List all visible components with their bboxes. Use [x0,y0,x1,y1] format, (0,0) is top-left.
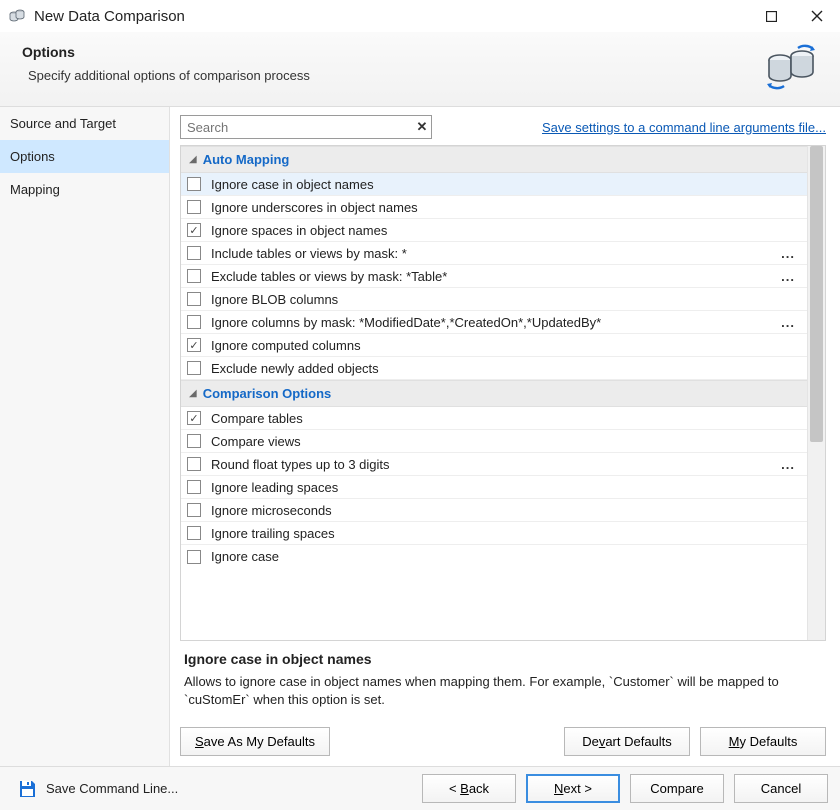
group-title: Auto Mapping [203,152,290,167]
my-defaults-button[interactable]: My Defaults [700,727,826,756]
option-row[interactable]: Ignore case [181,545,807,568]
option-row[interactable]: ✓ Ignore spaces in object names [181,219,807,242]
option-label: Compare tables [211,411,799,426]
option-row[interactable]: Ignore columns by mask: *ModifiedDate*,*… [181,311,807,334]
scrollbar[interactable] [807,146,825,640]
clear-search-icon[interactable]: ✕ [413,119,431,135]
option-row[interactable]: Ignore case in object names [181,173,807,196]
scrollbar-thumb[interactable] [810,146,823,442]
option-row[interactable]: Ignore underscores in object names [181,196,807,219]
sidebar-item-mapping[interactable]: Mapping [0,173,169,206]
option-row[interactable]: Ignore microseconds [181,499,807,522]
options-panel: ◢ Auto Mapping Ignore case in object names… [180,145,826,641]
collapse-arrow-icon: ◢ [189,154,197,165]
checkbox[interactable] [187,480,201,494]
save-command-line-label: Save Command Line... [46,781,178,796]
page-title: Options [22,44,762,60]
option-label: Ignore microseconds [211,503,799,518]
option-label: Ignore BLOB columns [211,292,799,307]
close-button[interactable] [808,7,826,25]
group-header[interactable]: ◢ Auto Mapping [181,146,807,173]
checkbox[interactable] [187,503,201,517]
more-button[interactable]: ... [777,246,799,261]
group-header[interactable]: ◢ Comparison Options [181,380,807,407]
page-subtitle: Specify additional options of comparison… [22,68,762,83]
option-row[interactable]: Include tables or views by mask: *... [181,242,807,265]
option-row[interactable]: Round float types up to 3 digits... [181,453,807,476]
back-button[interactable]: < Back [422,774,516,803]
wizard-header: Options Specify additional options of co… [0,32,840,107]
description-panel: Ignore case in object names Allows to ig… [180,641,826,717]
checkbox[interactable] [187,457,201,471]
checkbox[interactable]: ✓ [187,411,201,425]
checkbox[interactable] [187,269,201,283]
maximize-button[interactable] [762,7,780,25]
more-button[interactable]: ... [777,457,799,472]
option-label: Round float types up to 3 digits [211,457,777,472]
option-label: Ignore underscores in object names [211,200,799,215]
checkbox[interactable]: ✓ [187,223,201,237]
description-body: Allows to ignore case in object names wh… [184,673,822,709]
option-label: Exclude newly added objects [211,361,799,376]
more-button[interactable]: ... [777,315,799,330]
save-as-my-defaults-button[interactable]: Save As My Defaults [180,727,330,756]
option-label: Ignore case [211,549,799,564]
option-row[interactable]: ✓ Compare tables [181,407,807,430]
save-icon [18,780,36,798]
option-row[interactable]: ✓ Ignore computed columns [181,334,807,357]
option-row[interactable]: Ignore trailing spaces [181,522,807,545]
checkbox[interactable] [187,315,201,329]
collapse-arrow-icon: ◢ [189,388,197,399]
title-bar: New Data Comparison [0,0,840,32]
option-label: Ignore spaces in object names [211,223,799,238]
option-label: Ignore columns by mask: *ModifiedDate*,*… [211,315,777,330]
option-label: Compare views [211,434,799,449]
save-cmdline-link[interactable]: Save settings to a command line argument… [542,120,826,135]
option-label: Ignore case in object names [211,177,799,192]
compare-button[interactable]: Compare [630,774,724,803]
checkbox[interactable] [187,550,201,564]
save-command-line-button[interactable]: Save Command Line... [12,776,184,802]
checkbox[interactable] [187,246,201,260]
option-label: Exclude tables or views by mask: *Table* [211,269,777,284]
sidebar-item-source-and-target[interactable]: Source and Target [0,107,169,140]
option-row[interactable]: Exclude newly added objects [181,357,807,380]
option-label: Ignore trailing spaces [211,526,799,541]
more-button[interactable]: ... [777,269,799,284]
cancel-button[interactable]: Cancel [734,774,828,803]
wizard-sidebar: Source and TargetOptionsMapping [0,107,170,766]
next-button[interactable]: Next > [526,774,620,803]
checkbox[interactable]: ✓ [187,338,201,352]
option-row[interactable]: Ignore BLOB columns [181,288,807,311]
option-row[interactable]: Ignore leading spaces [181,476,807,499]
checkbox[interactable] [187,177,201,191]
group-title: Comparison Options [203,386,332,401]
checkbox[interactable] [187,361,201,375]
option-label: Ignore leading spaces [211,480,799,495]
option-label: Include tables or views by mask: * [211,246,777,261]
header-database-icon [762,44,818,92]
window-title: New Data Comparison [34,8,762,25]
option-row[interactable]: Exclude tables or views by mask: *Table*… [181,265,807,288]
wizard-footer: Save Command Line... < Back Next > Compa… [0,766,840,810]
checkbox[interactable] [187,200,201,214]
search-input[interactable] [181,117,413,138]
app-icon [8,7,26,25]
checkbox[interactable] [187,434,201,448]
checkbox[interactable] [187,526,201,540]
search-box[interactable]: ✕ [180,115,432,139]
sidebar-item-options[interactable]: Options [0,140,169,173]
option-label: Ignore computed columns [211,338,799,353]
devart-defaults-button[interactable]: Devart Defaults [564,727,690,756]
checkbox[interactable] [187,292,201,306]
description-title: Ignore case in object names [184,651,822,667]
option-row[interactable]: Compare views [181,430,807,453]
